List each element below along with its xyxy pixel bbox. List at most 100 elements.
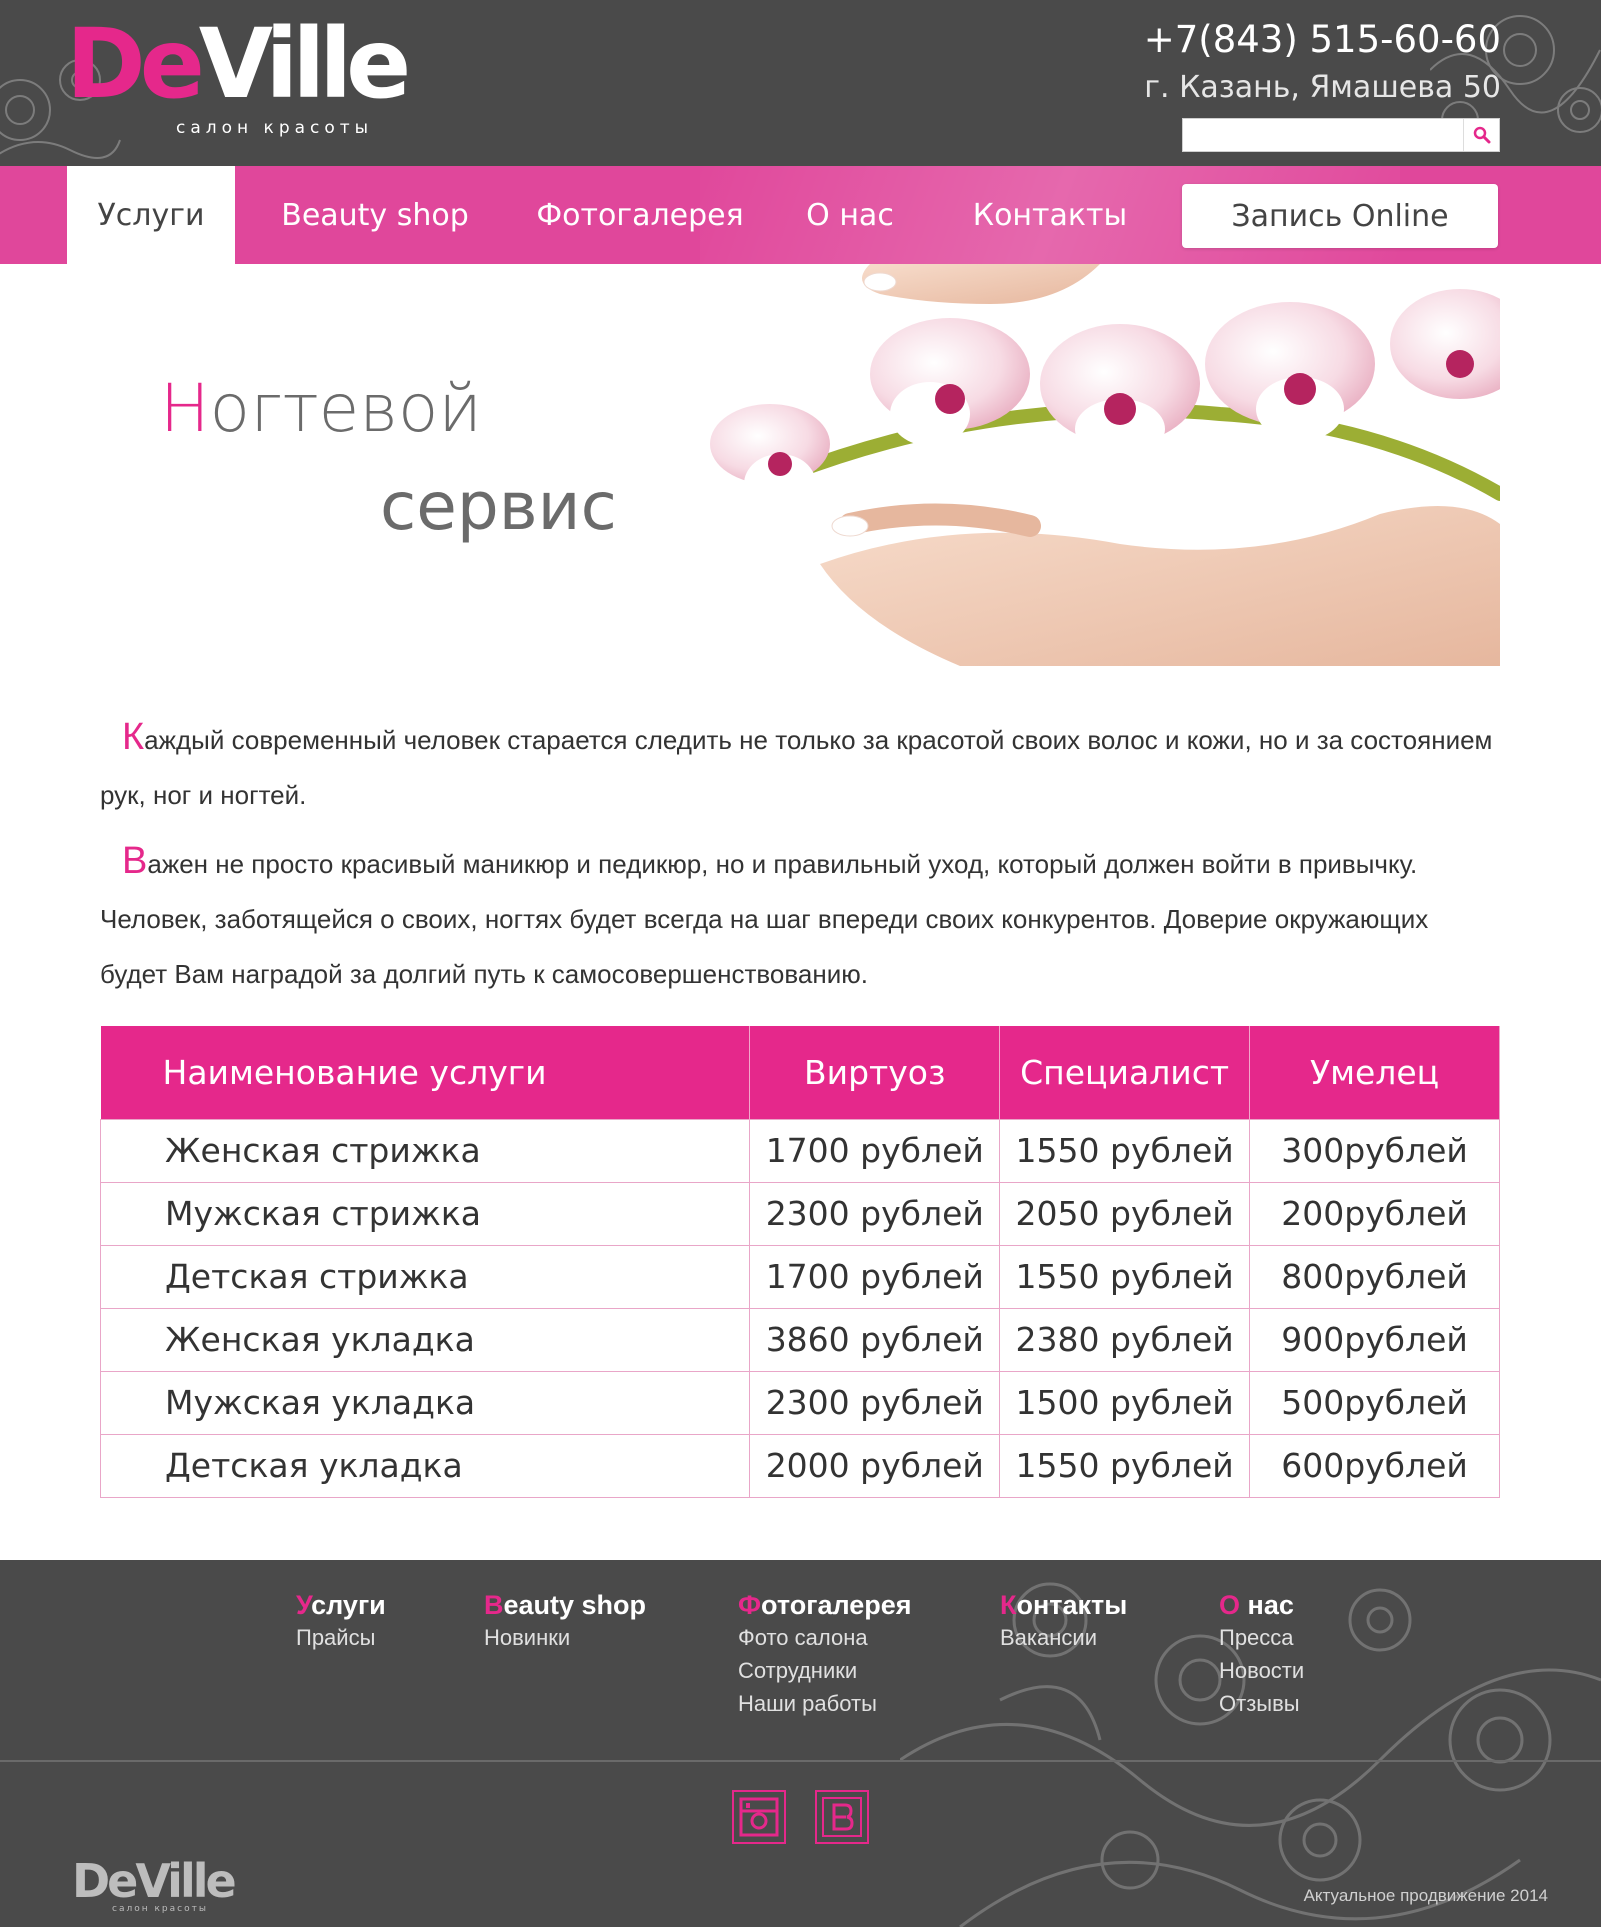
header-service-name: Наименование услуги <box>100 1026 751 1119</box>
price-cell: 2380 рублей <box>999 1307 1251 1371</box>
footer-title-rest: онтакты <box>1016 1590 1128 1620</box>
table-row: Женская стрижка 1700 рублей 1550 рублей … <box>99 1118 1500 1182</box>
price-cell: 500рублей <box>1249 1370 1500 1434</box>
price-cell: 1550 рублей <box>999 1118 1251 1182</box>
footer-link[interactable]: Новинки <box>484 1621 646 1654</box>
footer-title-rest: слуги <box>311 1590 386 1620</box>
instagram-button[interactable] <box>732 1790 786 1844</box>
footer-divider <box>0 1760 1601 1762</box>
intro-paragraph-2: Важен не просто красивый маникюр и педик… <box>100 834 1500 1002</box>
vk-button[interactable] <box>815 1790 869 1844</box>
logo-wordmark: DeVille <box>66 16 411 112</box>
service-name-cell: Мужская стрижка <box>99 1181 751 1245</box>
footer-link[interactable]: Прайсы <box>296 1621 386 1654</box>
footer-col-title[interactable]: О нас <box>1219 1590 1304 1621</box>
footer-title-first-letter: К <box>1000 1590 1017 1620</box>
footer-logo[interactable]: DeVille салон красоты <box>72 1854 237 1914</box>
footer-title-rest: eauty shop <box>503 1590 647 1620</box>
footer-col-gallery: Фотогалерея Фото салона Сотрудники Наши … <box>738 1590 912 1720</box>
footer-title-first-letter: Ф <box>738 1590 762 1620</box>
footer-link[interactable]: Наши работы <box>738 1687 912 1720</box>
price-cell: 2300 рублей <box>749 1370 1001 1434</box>
footer-col-about: О нас Пресса Новости Отзывы <box>1219 1590 1304 1720</box>
nav-item-beauty-shop[interactable]: Beauty shop <box>270 166 480 264</box>
nav-item-label: Услуги <box>97 197 205 233</box>
footer-col-title[interactable]: Услуги <box>296 1590 386 1621</box>
price-cell: 2050 рублей <box>999 1181 1251 1245</box>
nav-item-about[interactable]: О нас <box>790 166 910 264</box>
footer-col-title[interactable]: Фотогалерея <box>738 1590 912 1621</box>
online-booking-button[interactable]: Запись Online <box>1182 184 1498 248</box>
address: г. Казань, Ямашева 50 <box>1144 70 1501 105</box>
nav-item-services[interactable]: Услуги <box>67 166 235 264</box>
price-cell: 1700 рублей <box>749 1118 1001 1182</box>
table-row: Детская укладка 2000 рублей 1550 рублей … <box>99 1433 1500 1498</box>
header-specialist: Специалист <box>999 1026 1251 1119</box>
price-cell: 900рублей <box>1249 1307 1500 1371</box>
instagram-icon <box>739 1797 779 1837</box>
paragraph-drop-letter: В <box>122 840 148 882</box>
paragraph-drop-letter: К <box>122 716 145 758</box>
nav-item-gallery[interactable]: Фотогалерея <box>530 166 750 264</box>
logo-subtitle: салон красоты <box>176 118 374 138</box>
logo-de: De <box>66 8 205 120</box>
search-icon <box>1473 126 1490 144</box>
footer-link[interactable]: Отзывы <box>1219 1687 1304 1720</box>
footer-col-title[interactable]: Beauty shop <box>484 1590 646 1621</box>
price-cell: 1700 рублей <box>749 1244 1001 1308</box>
service-name-cell: Детская стрижка <box>99 1244 751 1308</box>
service-name-cell: Женская укладка <box>99 1307 751 1371</box>
footer-link[interactable]: Вакансии <box>1000 1621 1127 1654</box>
footer-link[interactable]: Новости <box>1219 1654 1304 1687</box>
nav-item-label: О нас <box>806 197 894 233</box>
logo-ville: Ville <box>198 8 411 120</box>
price-cell: 800рублей <box>1249 1244 1500 1308</box>
price-cell: 200рублей <box>1249 1181 1500 1245</box>
footer-link[interactable]: Фото салона <box>738 1621 912 1654</box>
header-master: Умелец <box>1249 1026 1500 1119</box>
table-row: Детская стрижка 1700 рублей 1550 рублей … <box>99 1244 1500 1308</box>
nav-item-label: Фотогалерея <box>536 197 744 233</box>
price-cell: 1550 рублей <box>999 1433 1251 1498</box>
footer-title-rest: отогалерея <box>761 1590 912 1620</box>
footer-title-first-letter: У <box>296 1590 312 1620</box>
hero-title-line2: сервис <box>380 468 617 545</box>
footer-logo-wordmark: DeVille <box>72 1854 237 1908</box>
service-name-cell: Детская укладка <box>99 1433 751 1498</box>
search-button[interactable] <box>1463 119 1499 151</box>
hero-orchid-hands-image <box>700 264 1500 666</box>
vk-icon <box>822 1797 862 1837</box>
price-table: Наименование услуги Виртуоз Специалист У… <box>99 1026 1500 1498</box>
search-box <box>1182 118 1500 152</box>
nav-item-label: Контакты <box>972 197 1128 233</box>
footer-col-services: Услуги Прайсы <box>296 1590 386 1654</box>
price-cell: 300рублей <box>1249 1118 1500 1182</box>
site-footer: Услуги Прайсы Beauty shop Новинки Фотога… <box>0 1560 1601 1927</box>
hero-title-first-letter: Н <box>160 370 210 447</box>
price-cell: 2000 рублей <box>749 1433 1001 1498</box>
footer-title-rest: нас <box>1240 1590 1294 1620</box>
phone-number[interactable]: +7(843) 515-60-60 <box>1144 18 1501 61</box>
footer-link[interactable]: Пресса <box>1219 1621 1304 1654</box>
price-cell: 1500 рублей <box>999 1370 1251 1434</box>
footer-link[interactable]: Сотрудники <box>738 1654 912 1687</box>
footer-col-title[interactable]: Контакты <box>1000 1590 1127 1621</box>
price-cell: 600рублей <box>1249 1433 1500 1498</box>
logo[interactable]: DeVille салон красоты <box>66 16 411 140</box>
price-cell: 1550 рублей <box>999 1244 1251 1308</box>
header-virtuoso: Виртуоз <box>749 1026 1001 1119</box>
price-cell: 2300 рублей <box>749 1181 1001 1245</box>
table-header-row: Наименование услуги Виртуоз Специалист У… <box>100 1026 1500 1119</box>
copyright[interactable]: Актуальное продвижение 2014 <box>1304 1886 1548 1906</box>
nav-item-contacts[interactable]: Контакты <box>970 166 1130 264</box>
paragraph-text: ажен не просто красивый маникюр и педикю… <box>100 849 1429 989</box>
price-cell: 3860 рублей <box>749 1307 1001 1371</box>
hero-title-line1-text: огтевой <box>209 370 482 447</box>
search-input[interactable] <box>1183 119 1465 151</box>
paragraph-text: аждый современный человек старается след… <box>100 725 1493 810</box>
footer-title-first-letter: B <box>484 1590 504 1620</box>
table-row: Женская укладка 3860 рублей 2380 рублей … <box>99 1307 1500 1371</box>
hero-title-line1: Ногтевой <box>160 370 482 447</box>
table-row: Мужская укладка 2300 рублей 1500 рублей … <box>99 1370 1500 1434</box>
intro-paragraph-1: Каждый современный человек старается сле… <box>100 710 1500 823</box>
